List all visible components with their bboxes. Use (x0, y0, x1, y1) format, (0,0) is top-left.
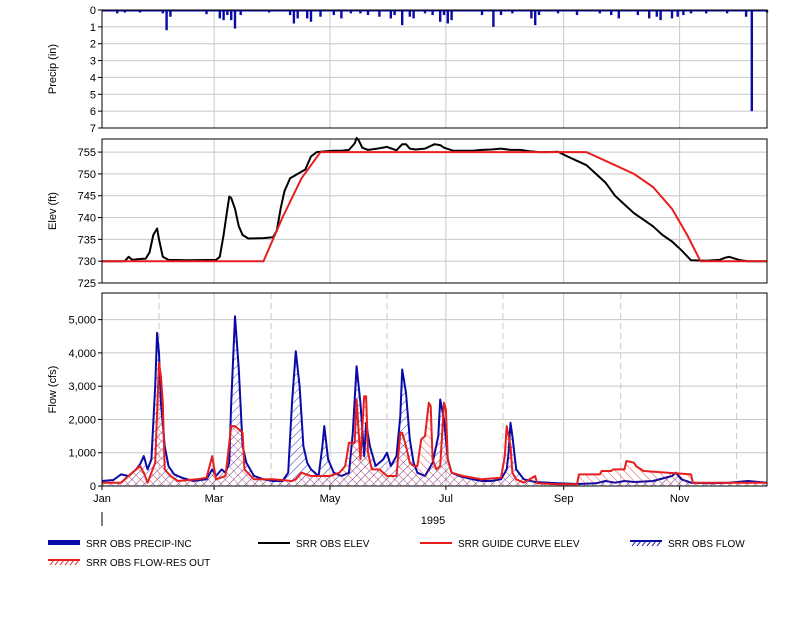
x-tick-label: Jan (93, 493, 111, 505)
y-tick-label: 740 (78, 213, 96, 225)
precip-bar (450, 10, 453, 21)
precip-bar (534, 10, 537, 26)
y-tick-label: 7 (90, 123, 96, 135)
y-tick-label: 750 (78, 169, 96, 181)
y-tick-label: 2,000 (68, 414, 96, 426)
legend-label: SRR GUIDE CURVE ELEV (458, 539, 580, 550)
y-axis-label: Precip (in) (47, 44, 59, 94)
precip-bar (439, 10, 442, 22)
precip-bar (446, 10, 449, 24)
legend-label: SRR OBS FLOW-RES OUT (86, 558, 210, 569)
y-tick-label: 5,000 (68, 315, 96, 327)
x-tick-label: Sep (554, 493, 574, 505)
y-tick-label: 725 (78, 278, 96, 290)
y-tick-label: 755 (78, 147, 96, 159)
x-tick-label: Jul (439, 493, 453, 505)
x-tick-label: May (320, 493, 341, 505)
precip-bar (233, 10, 237, 29)
flow-area-hatch (102, 316, 767, 486)
flow-series-line (102, 361, 767, 486)
x-year-label: 1995 (421, 515, 445, 527)
precip-bar (165, 10, 168, 31)
precip-bar (401, 10, 404, 26)
hydrograph-chart: 0 1 2 3 4 5 6 7 Precip (in) 725 730 735 740 745 750 755… (47, 5, 769, 569)
legend-label: SRR OBS FLOW (668, 539, 745, 550)
y-tick-label: 0 (90, 481, 96, 493)
precip-bar (222, 10, 225, 21)
precip-bar (750, 10, 753, 112)
precip-bar (292, 10, 296, 24)
x-tick-label: Mar (205, 493, 224, 505)
flow-area-hatch (102, 362, 767, 486)
y-tick-label: 4,000 (68, 348, 96, 360)
precip-bar (492, 10, 495, 27)
y-tick-label: 5 (90, 89, 96, 101)
y-tick-label: 1 (90, 22, 96, 34)
y-axis-label: Elev (ft) (47, 192, 59, 230)
elev-series-line (102, 137, 767, 263)
y-tick-label: 0 (90, 5, 96, 17)
y-tick-label: 4 (90, 72, 96, 84)
legend-label: SRR OBS PRECIP-INC (86, 539, 192, 550)
y-tick-label: 730 (78, 256, 96, 268)
precip-bar (309, 10, 313, 22)
y-tick-label: 745 (78, 191, 96, 203)
y-tick-label: 3 (90, 56, 96, 68)
y-tick-label: 1,000 (68, 448, 96, 460)
precip-bar (659, 10, 662, 21)
y-tick-label: 6 (90, 106, 96, 118)
precip-bar (230, 10, 233, 21)
x-tick-label: Nov (670, 493, 690, 505)
y-tick-label: 735 (78, 234, 96, 246)
elev-series-line (102, 151, 767, 263)
legend-label: SRR OBS ELEV (296, 539, 370, 550)
y-axis-label: Flow (cfs) (47, 366, 59, 414)
legend-swatch (48, 540, 80, 545)
y-tick-label: 2 (90, 39, 96, 51)
plot-frame (101, 9, 768, 129)
y-tick-label: 3,000 (68, 381, 96, 393)
chart-root: 0 1 2 3 4 5 6 7 Precip (in) 725 730 735 740 745 750 755… (0, 0, 800, 627)
